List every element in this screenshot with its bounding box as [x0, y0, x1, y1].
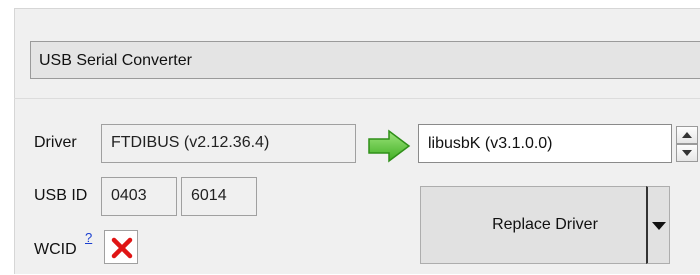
usb-id-label: USB ID [34, 187, 88, 204]
device-select[interactable]: USB Serial Converter [30, 41, 700, 79]
replace-driver-dropdown[interactable] [646, 186, 670, 264]
spin-down-icon [682, 150, 692, 156]
replace-driver-button[interactable]: Replace Driver [420, 186, 670, 264]
replace-driver-label: Replace Driver [492, 216, 598, 233]
wcid-label: WCID [34, 241, 77, 258]
spin-up-button[interactable] [676, 126, 698, 144]
usb-vendor-id-value: 0403 [111, 187, 147, 204]
dropdown-arrow-icon [652, 222, 666, 230]
usb-vendor-id-field: 0403 [101, 177, 177, 216]
device-select-value: USB Serial Converter [39, 52, 192, 69]
usb-product-id-value: 6014 [191, 187, 227, 204]
driver-label: Driver [34, 134, 77, 151]
wcid-help-link[interactable]: ? [85, 230, 92, 245]
current-driver-value: FTDIBUS (v2.12.36.4) [111, 134, 270, 151]
target-driver-field[interactable]: libusbK (v3.1.0.0) [418, 124, 672, 163]
current-driver-field: FTDIBUS (v2.12.36.4) [101, 124, 356, 163]
target-driver-value: libusbK (v3.1.0.0) [428, 135, 553, 152]
usb-product-id-field: 6014 [181, 177, 257, 216]
red-x-icon [111, 237, 133, 259]
section-divider [14, 98, 700, 99]
spin-up-icon [682, 132, 692, 138]
spin-down-button[interactable] [676, 144, 698, 162]
green-right-arrow-icon [368, 129, 411, 163]
wcid-status [104, 230, 138, 264]
